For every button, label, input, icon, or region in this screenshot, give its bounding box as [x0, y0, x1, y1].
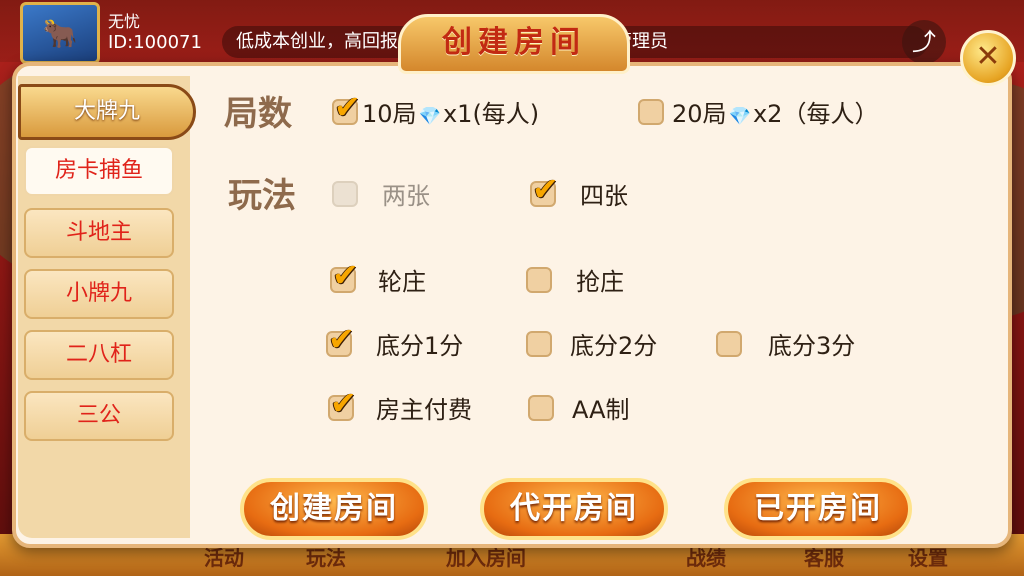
option-label: 抢庄: [576, 268, 624, 296]
checkbox[interactable]: [528, 394, 554, 421]
avatar[interactable]: 🐂: [20, 2, 100, 64]
checkmark-icon: ✔: [328, 319, 355, 358]
game-sidebar: 大牌九 房卡捕鱼 斗地主 小牌九 二八杠 三公: [18, 76, 196, 538]
checkmark-icon: ✔: [330, 383, 357, 422]
checkbox[interactable]: ✔: [332, 91, 361, 125]
base-score-option-3[interactable]: 底分3分: [716, 326, 855, 361]
rounds-cost: x2（每人）: [752, 100, 879, 128]
option-label: 轮庄: [378, 268, 426, 296]
game-tab-san-gong[interactable]: 三公: [24, 391, 174, 441]
checkbox[interactable]: ✔: [326, 323, 355, 357]
create-room-button[interactable]: 创建房间: [240, 478, 428, 540]
play-option-four-cards[interactable]: ✔ 四张: [530, 173, 628, 211]
option-label: 底分2分: [570, 332, 658, 360]
game-tab-da-pai-jiu[interactable]: 大牌九: [18, 84, 196, 140]
proxy-open-room-button[interactable]: 代开房间: [480, 478, 668, 540]
option-label: 四张: [580, 182, 628, 210]
option-label: AA制: [572, 396, 630, 424]
option-label: 底分3分: [768, 332, 856, 360]
base-score-option-1[interactable]: ✔ 底分1分: [326, 323, 464, 361]
checkbox[interactable]: [638, 98, 664, 125]
rounds-label: 局数: [224, 94, 292, 134]
user-name: 无忧: [108, 12, 141, 31]
checkbox[interactable]: ✔: [330, 259, 359, 293]
checkmark-icon: ✔: [532, 169, 559, 208]
diamond-icon: 💎: [418, 106, 441, 127]
checkbox[interactable]: ✔: [530, 173, 559, 207]
checkmark-icon: ✔: [334, 87, 361, 126]
base-score-option-2[interactable]: 底分2分: [526, 326, 657, 361]
checkbox[interactable]: [526, 266, 552, 293]
banker-option-grab[interactable]: 抢庄: [526, 262, 624, 297]
game-tab-xiao-pai-jiu[interactable]: 小牌九: [24, 269, 174, 319]
play-option-two-cards[interactable]: 两张: [332, 176, 430, 211]
option-label: 两张: [382, 182, 430, 210]
checkbox[interactable]: [332, 180, 358, 207]
share-icon[interactable]: ⤴: [902, 20, 946, 64]
rounds-cost: x1(每人): [442, 100, 540, 128]
user-id: ID:100071: [108, 32, 202, 53]
diamond-icon: 💎: [728, 106, 751, 127]
option-label: 房主付费: [376, 396, 472, 424]
game-tab-er-ba-gang[interactable]: 二八杠: [24, 330, 174, 380]
rounds-count: 20局: [672, 100, 727, 128]
close-icon[interactable]: ✕: [960, 30, 1016, 86]
checkbox[interactable]: [716, 330, 742, 357]
payment-option-aa[interactable]: AA制: [528, 390, 630, 425]
game-tab-fishing[interactable]: 房卡捕鱼: [24, 146, 174, 196]
dialog-title: 创建房间: [398, 14, 630, 74]
checkbox[interactable]: ✔: [328, 387, 357, 421]
checkbox[interactable]: [526, 330, 552, 357]
rounds-count: 10局: [362, 100, 417, 128]
rounds-option-20[interactable]: 20局 💎x2（每人）: [638, 94, 878, 129]
checkmark-icon: ✔: [332, 255, 359, 294]
payment-option-owner[interactable]: ✔ 房主付费: [328, 387, 472, 425]
banker-option-rotate[interactable]: ✔ 轮庄: [330, 259, 426, 297]
opened-rooms-button[interactable]: 已开房间: [724, 478, 912, 540]
option-label: 底分1分: [376, 332, 464, 360]
rounds-option-10[interactable]: ✔ 10局 💎x1(每人): [332, 91, 540, 129]
game-tab-dou-di-zhu[interactable]: 斗地主: [24, 208, 174, 258]
play-label: 玩法: [228, 176, 296, 216]
